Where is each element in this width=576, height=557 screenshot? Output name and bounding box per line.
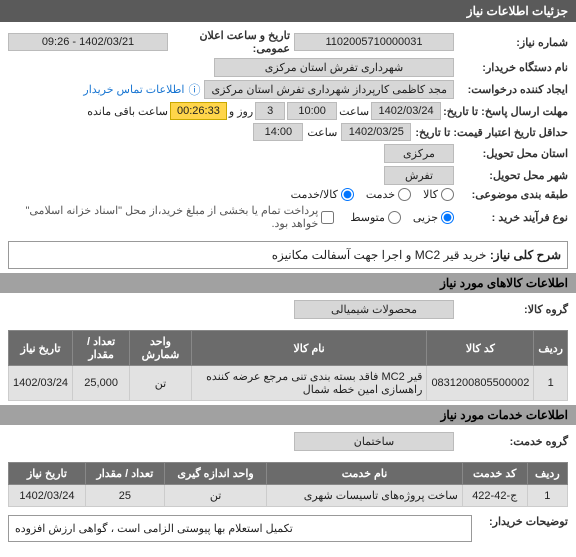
radio-goods[interactable]: کالا xyxy=(423,188,454,201)
goods-th-date: تاریخ نیاز xyxy=(9,331,73,366)
summary-box: شرح کلی نیاز: خرید قیر MC2 و اجرا جهت آس… xyxy=(8,241,568,269)
srv-name: ساخت پروژه‌های تاسیسات شهری xyxy=(267,485,463,507)
srv-th-date: تاریخ نیاز xyxy=(9,463,86,485)
buyer-label: نام دستگاه خریدار: xyxy=(458,61,568,74)
services-group-label: گروه خدمت: xyxy=(458,435,568,448)
info-icon: ⓘ xyxy=(188,81,200,98)
goods-unit: تن xyxy=(130,366,192,401)
remaining-label: ساعت باقی مانده xyxy=(87,105,168,118)
validity-date: 1402/03/25 xyxy=(341,123,411,141)
goods-th-unit: واحد شمارش xyxy=(130,331,192,366)
goods-th-name: نام کالا xyxy=(191,331,427,366)
srv-unit: تن xyxy=(164,485,266,507)
srv-date: 1402/03/24 xyxy=(9,485,86,507)
contact-link[interactable]: اطلاعات تماس خریدار xyxy=(83,83,184,96)
validity-time: 14:00 xyxy=(253,123,303,141)
goods-qty: 25,000 xyxy=(73,366,130,401)
process-radio-group: جزیی متوسط xyxy=(350,211,454,224)
summary-label: شرح کلی نیاز: xyxy=(490,248,561,262)
summary-text: خرید قیر MC2 و اجرا جهت آسفالت مکانیزه xyxy=(272,248,487,262)
goods-name: قیر MC2 فاقد بسته بندی تنی مرجع عرضه کنن… xyxy=(191,366,427,401)
requester-label: ایجاد کننده درخواست: xyxy=(458,83,568,96)
process-label: نوع فرآیند خرید : xyxy=(458,211,568,224)
srv-code: ج-42-422 xyxy=(462,485,527,507)
goods-date: 1402/03/24 xyxy=(9,366,73,401)
srv-th-row: ردیف xyxy=(527,463,567,485)
buyer-notes-label: توضیحات خریدار: xyxy=(478,515,568,528)
requester-value: مجد کاظمی کارپرداز شهرداری تفرش استان مر… xyxy=(204,80,454,99)
panel-title: جزئیات اطلاعات نیاز xyxy=(0,0,576,22)
srv-idx: 1 xyxy=(527,485,567,507)
goods-th-qty: تعداد / مقدار xyxy=(73,331,130,366)
category-radio-group: کالا خدمت کالا/خدمت xyxy=(291,188,454,201)
srv-th-code: کد خدمت xyxy=(462,463,527,485)
goods-th-code: کد کالا xyxy=(427,331,534,366)
reply-time: 10:00 xyxy=(287,102,337,120)
radio-both[interactable]: کالا/خدمت xyxy=(291,188,354,201)
radio-minor[interactable]: جزیی xyxy=(413,211,454,224)
goods-code: 0831200805500002 xyxy=(427,366,534,401)
goods-table: ردیف کد کالا نام کالا واحد شمارش تعداد /… xyxy=(8,330,568,401)
srv-th-name: نام خدمت xyxy=(267,463,463,485)
srv-qty: 25 xyxy=(85,485,164,507)
validity-label: حداقل تاریخ اعتبار قیمت: تا تاریخ: xyxy=(415,126,568,139)
services-table: ردیف کد خدمت نام خدمت واحد اندازه گیری ت… xyxy=(8,462,568,507)
srv-th-unit: واحد اندازه گیری xyxy=(164,463,266,485)
announce-label: تاریخ و ساعت اعلان عمومی: xyxy=(172,29,290,55)
buyer-value: شهرداری تفرش استان مرکزی xyxy=(214,58,454,77)
saat-label-2: ساعت xyxy=(307,126,337,139)
days-label: روز و xyxy=(229,105,253,118)
goods-idx: 1 xyxy=(534,366,568,401)
province-label: استان محل تحویل: xyxy=(458,147,568,160)
goods-group-label: گروه کالا: xyxy=(458,303,568,316)
announce-value: 1402/03/21 - 09:26 xyxy=(8,33,168,51)
buyer-notes-text: تکمیل استعلام بها پیوستی الزامی است ، گو… xyxy=(8,515,472,542)
province-value: مرکزی xyxy=(384,144,454,163)
table-row: 1 ج-42-422 ساخت پروژه‌های تاسیسات شهری ت… xyxy=(9,485,568,507)
goods-section-title: اطلاعات کالاهای مورد نیاز xyxy=(0,273,576,293)
reply-date: 1402/03/24 xyxy=(371,102,441,120)
services-section-title: اطلاعات خدمات مورد نیاز xyxy=(0,405,576,425)
goods-group-value: محصولات شیمیالی xyxy=(294,300,454,319)
payment-note: پرداخت تمام یا بخشی از مبلغ خرید،از محل … xyxy=(8,204,318,230)
table-row: 1 0831200805500002 قیر MC2 فاقد بسته بند… xyxy=(9,366,568,401)
days-value: 3 xyxy=(255,102,285,120)
payment-checkbox[interactable]: پرداخت تمام یا بخشی از مبلغ خرید،از محل … xyxy=(8,204,334,230)
timer-value: 00:26:33 xyxy=(170,102,227,120)
goods-th-row: ردیف xyxy=(534,331,568,366)
radio-service[interactable]: خدمت xyxy=(366,188,411,201)
category-label: طبقه بندی موضوعی: xyxy=(458,188,568,201)
reply-deadline-label: مهلت ارسال پاسخ: تا تاریخ: xyxy=(443,105,568,118)
need-no-label: شماره نیاز: xyxy=(458,36,568,49)
saat-label-1: ساعت xyxy=(339,105,369,118)
city-value: تفرش xyxy=(384,166,454,185)
need-no-value: 1102005710000031 xyxy=(294,33,454,51)
city-label: شهر محل تحویل: xyxy=(458,169,568,182)
radio-medium[interactable]: متوسط xyxy=(350,211,401,224)
srv-th-qty: تعداد / مقدار xyxy=(85,463,164,485)
services-group-value: ساختمان xyxy=(294,432,454,451)
